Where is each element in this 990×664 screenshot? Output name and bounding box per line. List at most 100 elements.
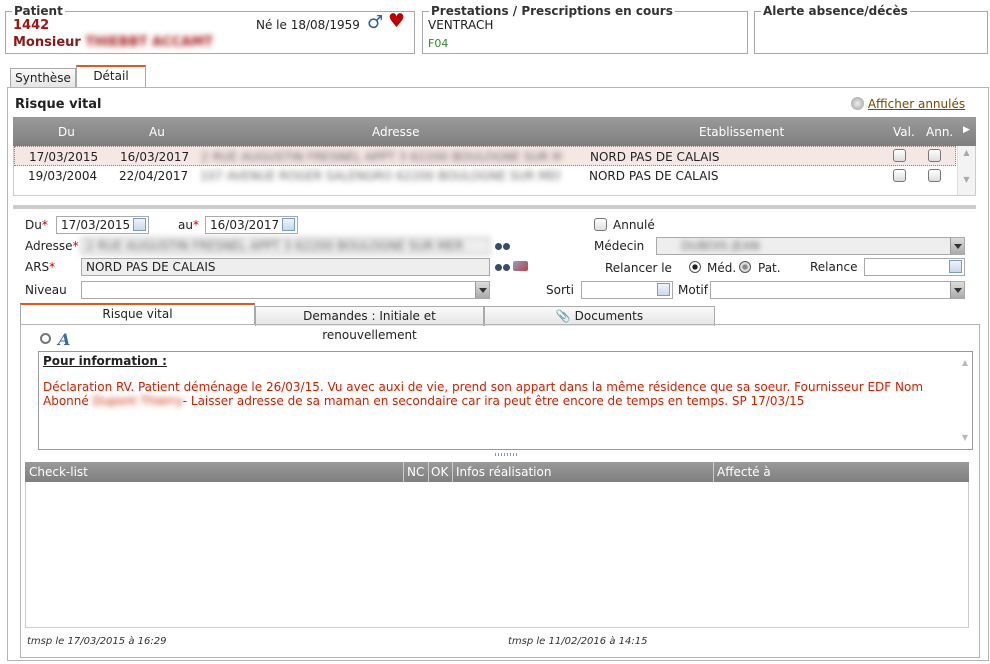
subtab-documents[interactable]: 📎 Documents — [484, 306, 715, 326]
annule-label: Annulé — [613, 218, 655, 232]
du-label: Du* — [25, 218, 48, 232]
chevron-right-icon[interactable]: ▶ — [963, 125, 970, 135]
col-ok[interactable]: OK — [431, 465, 448, 479]
col-checklist[interactable]: Check-list — [29, 465, 88, 479]
radio-med-label: Méd. — [707, 261, 737, 275]
table-row[interactable]: 17/03/2015 16/03/2017 2 RUE AUGUSTIN FRE… — [14, 146, 956, 166]
clear-icon[interactable] — [513, 261, 528, 271]
medecin-label: Médecin — [594, 239, 645, 253]
grid-header: Du Au Adresse Etablissement Val. Ann. ▶ — [13, 117, 976, 146]
note-body: Déclaration RV. Patient déménage le 26/0… — [43, 380, 953, 408]
male-icon: ♂ — [367, 12, 384, 33]
relancer-label: Relancer le — [605, 261, 672, 275]
scroll-up-icon[interactable]: ▲ — [962, 356, 968, 370]
relance-label: Relance — [810, 260, 858, 274]
au-label: au* — [178, 218, 199, 232]
footer-timestamp-left: tmsp le 17/03/2015 à 16:29 — [27, 636, 167, 647]
table-row[interactable]: 19/03/2004 22/04/2017 107 AVENUE ROGER S… — [14, 166, 956, 186]
prestation-line-2: F04 — [428, 37, 449, 50]
col-affecte[interactable]: Affecté à — [717, 465, 771, 479]
row-du: 17/03/2015 — [29, 150, 99, 164]
footer-timestamp-center: tmsp le 11/02/2016 à 14:15 — [508, 636, 648, 647]
patient-legend: Patient — [14, 4, 63, 18]
alerte-panel: Alerte absence/décès — [754, 4, 988, 54]
col-adresse[interactable]: Adresse — [372, 125, 420, 139]
show-cancelled-link[interactable]: Afficher annulés — [851, 97, 965, 111]
row-au: 16/03/2017 — [120, 150, 190, 164]
radio-pat-label: Pat. — [758, 261, 781, 275]
col-ann[interactable]: Ann. — [926, 125, 953, 139]
col-val[interactable]: Val. — [893, 125, 915, 139]
section-title: Risque vital — [15, 97, 102, 112]
note-splitter[interactable] — [495, 453, 517, 456]
col-nc[interactable]: NC — [407, 465, 424, 479]
font-style-icon[interactable]: A — [58, 330, 70, 349]
show-cancelled-label: Afficher annulés — [867, 97, 966, 111]
chevron-down-icon[interactable] — [950, 282, 964, 298]
row-etablissement: NORD PAS DE CALAIS — [590, 150, 720, 164]
patient-name-redacted: THIEBBT ACCAMT — [85, 35, 214, 50]
col-du[interactable]: Du — [58, 125, 75, 139]
grid-scrollbar[interactable]: ▲ ▼ — [957, 146, 975, 195]
grid-splitter[interactable] — [13, 205, 976, 209]
scroll-down-icon[interactable]: ▼ — [962, 431, 968, 445]
row-adresse: 2 RUE AUGUSTIN FRESNEL APPT 3 62200 BOUL… — [201, 150, 561, 164]
row-val-checkbox[interactable] — [893, 169, 906, 182]
motif-select[interactable] — [710, 281, 965, 299]
note-editor[interactable]: Pour information : Déclaration RV. Patie… — [38, 351, 973, 450]
row-adresse: 107 AVENUE ROGER SALENGRO 62200 BOULOGNE… — [200, 169, 560, 183]
col-au[interactable]: Au — [149, 125, 165, 139]
calendar-icon[interactable] — [282, 218, 295, 231]
scroll-down-icon[interactable]: ▼ — [958, 175, 975, 184]
sorti-label: Sorti — [546, 283, 574, 297]
documents-label: Documents — [574, 309, 644, 323]
adresse-input[interactable]: 2 RUE AUGUSTIN FRESNEL APPT 3 62200 BOUL… — [81, 237, 490, 255]
row-val-checkbox[interactable] — [893, 149, 906, 162]
binoculars-icon[interactable] — [495, 261, 511, 273]
binoculars-icon[interactable] — [495, 240, 511, 252]
radio-pat[interactable] — [739, 261, 751, 273]
adresse-label: Adresse* — [25, 239, 79, 253]
tab-synthese[interactable]: Synthèse — [10, 68, 76, 88]
patient-id: 1442 — [13, 18, 50, 33]
prestations-legend: Prestations / Prescriptions en cours — [431, 4, 673, 18]
ars-label: ARS* — [25, 260, 56, 274]
calendar-icon[interactable] — [657, 283, 670, 296]
niveau-label: Niveau — [25, 283, 67, 297]
patient-civility: Monsieur — [13, 35, 81, 50]
search-icon[interactable] — [40, 333, 51, 344]
row-du: 19/03/2004 — [28, 169, 98, 183]
radio-med[interactable] — [689, 261, 701, 273]
row-au: 22/04/2017 — [119, 169, 189, 183]
medecin-value: DUBOIS JEAN — [681, 239, 760, 253]
niveau-select[interactable] — [81, 281, 490, 299]
subtab-risque-vital[interactable]: Risque vital — [20, 303, 255, 325]
chevron-down-icon[interactable] — [950, 238, 964, 254]
calendar-icon[interactable] — [133, 218, 146, 231]
checklist-body — [25, 482, 969, 628]
note-line-2: - Laisser adresse de sa maman en seconda… — [182, 394, 805, 408]
annule-checkbox[interactable] — [594, 218, 607, 231]
calendar-icon[interactable] — [949, 260, 962, 273]
ars-input[interactable]: NORD PAS DE CALAIS — [81, 258, 490, 276]
col-infos[interactable]: Infos réalisation — [456, 465, 551, 479]
checklist-header: Check-list NC OK Infos réalisation Affec… — [25, 462, 969, 482]
note-redacted: Dupont Thierry — [92, 394, 183, 408]
chevron-down-icon[interactable] — [475, 282, 489, 298]
paperclip-icon: 📎 — [555, 309, 571, 323]
row-ann-checkbox[interactable] — [928, 169, 941, 182]
subtab-demandes[interactable]: Demandes : Initiale et renouvellement — [255, 306, 484, 342]
patient-name: Monsieur THIEBBT ACCAMT — [13, 35, 213, 50]
alerte-legend: Alerte absence/décès — [763, 4, 908, 18]
motif-label: Motif — [678, 283, 708, 297]
note-heading: Pour information : — [43, 354, 167, 368]
row-etablissement: NORD PAS DE CALAIS — [589, 169, 719, 183]
scroll-up-icon[interactable]: ▲ — [958, 148, 975, 157]
col-etablissement[interactable]: Etablissement — [699, 125, 784, 139]
medecin-select[interactable]: DUBOIS JEAN — [656, 237, 965, 255]
tab-detail[interactable]: Détail — [76, 65, 146, 87]
patient-birth: Né le 18/08/1959 — [256, 18, 360, 32]
row-ann-checkbox[interactable] — [928, 149, 941, 162]
globe-icon — [851, 97, 864, 110]
prestation-line-1: VENTRACH — [428, 18, 494, 32]
